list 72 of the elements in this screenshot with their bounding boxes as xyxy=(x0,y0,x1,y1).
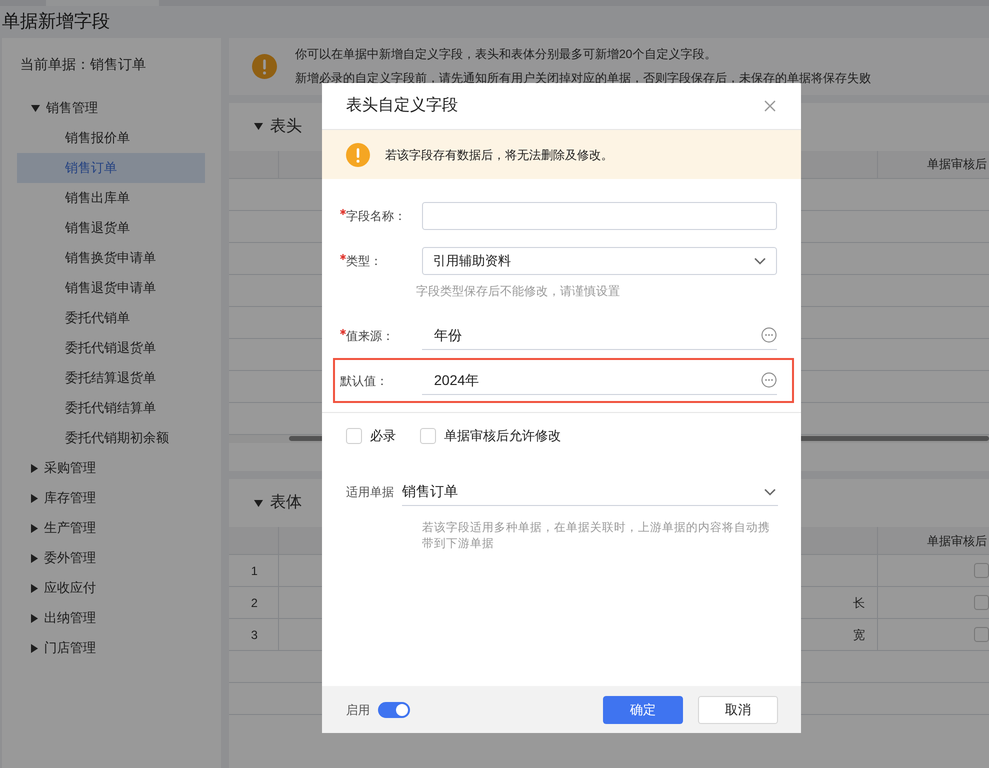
confirm-button[interactable]: 确定 xyxy=(603,696,683,724)
sidebar-group[interactable]: 应收应付 xyxy=(44,578,96,598)
expand-icon[interactable] xyxy=(31,554,38,562)
toggle-label: 启用 xyxy=(346,702,370,718)
sidebar-item[interactable]: 委托代销期初余额 xyxy=(17,423,205,453)
chevron-down-icon xyxy=(764,488,776,496)
cancel-button[interactable]: 取消 xyxy=(698,696,778,724)
document-dropdown[interactable]: 销售订单 xyxy=(402,478,778,506)
field-label: 默认值： xyxy=(340,372,388,390)
table-cell-text: 宽 xyxy=(853,626,865,644)
section-title[interactable]: 表头 xyxy=(270,114,302,139)
toggle-switch[interactable] xyxy=(378,702,410,718)
field-label: 类型： xyxy=(346,252,382,270)
sidebar-group[interactable]: 销售管理 xyxy=(46,98,98,118)
expand-icon[interactable] xyxy=(31,644,38,652)
chevron-down-icon xyxy=(754,256,766,264)
sidebar-item[interactable]: 销售退货单 xyxy=(17,213,205,243)
expand-icon[interactable] xyxy=(31,464,38,472)
row-number: 2 xyxy=(251,594,258,612)
column-header: 单据审核后 xyxy=(927,156,987,174)
sidebar-group[interactable]: 库存管理 xyxy=(44,488,96,508)
sidebar-item[interactable]: 销售换货申请单 xyxy=(17,243,205,273)
sidebar-group[interactable]: 生产管理 xyxy=(44,518,96,538)
row-number: 1 xyxy=(251,562,258,580)
collapse-icon[interactable] xyxy=(254,500,263,507)
ellipsis-icon[interactable] xyxy=(761,372,777,388)
sidebar-item[interactable]: 委托代销单 xyxy=(17,303,205,333)
warning-icon xyxy=(252,54,277,79)
type-dropdown[interactable]: 引用辅助资料 xyxy=(422,246,777,274)
sidebar-item[interactable]: 委托代销结算单 xyxy=(17,393,205,423)
ellipsis-icon[interactable] xyxy=(761,327,777,343)
close-icon[interactable] xyxy=(764,100,776,112)
dialog-title: 表头自定义字段 xyxy=(346,96,458,116)
sidebar-group[interactable]: 委外管理 xyxy=(44,548,96,568)
field-label: 值来源： xyxy=(346,328,394,344)
sidebar-group[interactable]: 采购管理 xyxy=(44,458,96,478)
expand-icon[interactable] xyxy=(31,524,38,532)
field-hint: 字段类型保存后不能修改，请谨慎设置 xyxy=(416,284,620,298)
current-document-label: 当前单据：销售订单 xyxy=(19,55,147,74)
page-title: 单据新增字段 xyxy=(1,10,111,33)
checkbox[interactable] xyxy=(974,627,989,642)
row-number: 3 xyxy=(251,626,258,644)
sidebar-item[interactable]: 销售出库单 xyxy=(17,183,205,213)
expand-icon[interactable] xyxy=(31,494,38,502)
lookup-field[interactable]: 2024年 xyxy=(422,366,777,394)
checkbox-label[interactable]: 单据审核后允许修改 xyxy=(444,426,561,446)
field-label: 适用单据 xyxy=(346,484,395,501)
collapse-icon[interactable] xyxy=(31,104,40,112)
sidebar-group[interactable]: 门店管理 xyxy=(44,638,96,658)
input-field[interactable] xyxy=(422,202,777,230)
sidebar-item[interactable]: 委托代销退货单 xyxy=(17,333,205,363)
checkbox[interactable] xyxy=(420,428,436,444)
section-title[interactable]: 表体 xyxy=(270,491,302,516)
expand-icon[interactable] xyxy=(31,584,38,592)
table-cell-text: 长 xyxy=(853,594,865,612)
checkbox[interactable] xyxy=(346,428,362,444)
sidebar-item[interactable]: 委托结算退货单 xyxy=(17,363,205,393)
warning-text: 若该字段存有数据后，将无法删除及修改。 xyxy=(385,146,613,164)
notice-text: 你可以在单据中新增自定义字段，表头和表体分别最多可新增20个自定义字段。 xyxy=(295,46,718,62)
checkbox[interactable] xyxy=(974,563,989,578)
lookup-field[interactable]: 年份 xyxy=(422,322,777,350)
sidebar-item[interactable]: 销售退货申请单 xyxy=(17,273,205,303)
collapse-icon[interactable] xyxy=(254,123,263,130)
checkbox-label[interactable]: 必录 xyxy=(370,426,396,446)
sidebar-group[interactable]: 出纳管理 xyxy=(44,608,96,628)
column-header: 单据审核后 xyxy=(927,532,987,550)
expand-icon[interactable] xyxy=(31,614,38,622)
field-hint: 若该字段适用多种单据，在单据关联时，上游单据的内容将自动携带到下游单据 xyxy=(422,520,771,552)
sidebar-item[interactable]: 销售报价单 xyxy=(17,123,205,153)
checkbox[interactable] xyxy=(974,595,989,610)
warning-icon xyxy=(346,142,370,166)
field-label: 字段名称： xyxy=(346,208,406,224)
